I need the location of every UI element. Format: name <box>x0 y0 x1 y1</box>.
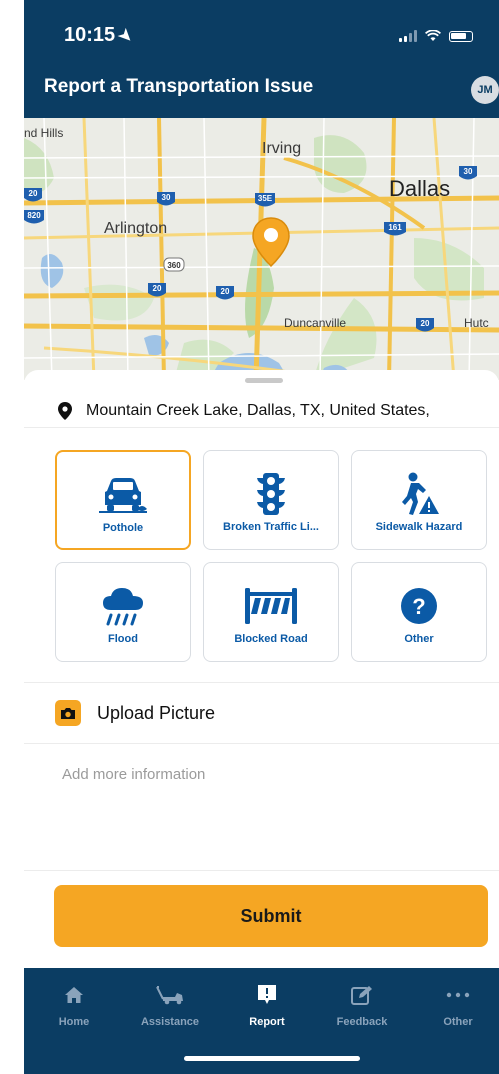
tab-feedback[interactable]: Feedback <box>322 982 402 1028</box>
tab-label: Other <box>443 1016 473 1028</box>
shield-i20c-icon: 20 <box>216 286 234 300</box>
category-label: Broken Traffic Li... <box>223 521 319 533</box>
category-other[interactable]: ? Other <box>351 562 487 662</box>
shield-i30-icon: 30 <box>157 192 175 206</box>
category-label: Sidewalk Hazard <box>375 521 463 533</box>
submit-button[interactable]: Submit <box>54 885 488 947</box>
category-label: Pothole <box>102 522 144 534</box>
category-label: Blocked Road <box>234 633 308 645</box>
shield-i161-icon: 161 <box>384 222 406 236</box>
home-icon <box>65 987 83 1003</box>
location-text: Mountain Creek Lake, Dallas, TX, United … <box>86 401 430 419</box>
rain-cloud-icon <box>103 588 143 626</box>
category-label: Flood <box>108 633 138 645</box>
status-time-text: 10:15 <box>64 24 116 46</box>
barrier-icon <box>245 588 297 624</box>
tow-truck-icon <box>156 986 183 1005</box>
app-header: 10:15➤ Report a Transportation Issue JM <box>24 0 499 118</box>
svg-text:360: 360 <box>167 261 181 270</box>
status-time: 10:15➤ <box>64 24 136 47</box>
upload-picture-label: Upload Picture <box>97 702 216 723</box>
location-arrow-icon: ➤ <box>114 25 137 48</box>
avatar[interactable]: JM <box>471 76 499 104</box>
svg-text:20: 20 <box>29 189 38 198</box>
more-info-field[interactable]: Add more information <box>62 766 205 783</box>
svg-text:30: 30 <box>464 167 473 176</box>
svg-text:35E: 35E <box>258 194 273 203</box>
tab-label: Assistance <box>140 1016 200 1028</box>
upload-picture-row[interactable]: Upload Picture <box>24 682 499 744</box>
tab-home[interactable]: Home <box>34 982 114 1028</box>
tab-label: Home <box>58 1016 90 1028</box>
battery-icon <box>449 30 473 42</box>
shield-i30b-icon: 30 <box>459 166 477 180</box>
category-blocked-road[interactable]: Blocked Road <box>203 562 339 662</box>
camera-icon <box>55 700 81 726</box>
tab-assistance[interactable]: Assistance <box>130 982 210 1028</box>
traffic-light-icon <box>257 473 285 515</box>
map-pin-icon <box>58 401 72 420</box>
home-indicator[interactable] <box>184 1056 360 1061</box>
status-bar: 10:15➤ <box>24 0 499 70</box>
more-icon <box>446 992 470 998</box>
car-pothole-icon <box>99 478 147 513</box>
shield-i20d-icon: 20 <box>416 318 434 332</box>
svg-text:20: 20 <box>153 284 162 293</box>
location-row[interactable]: Mountain Creek Lake, Dallas, TX, United … <box>24 394 499 428</box>
cellular-signal-icon <box>399 30 417 42</box>
edit-icon <box>351 986 372 1005</box>
divider <box>24 870 499 871</box>
svg-text:20: 20 <box>221 287 230 296</box>
shield-i20b-icon: 20 <box>148 283 166 297</box>
phone-screen: 10:15➤ Report a Transportation Issue JM <box>24 0 499 1074</box>
category-sidewalk-hazard[interactable]: Sidewalk Hazard <box>351 450 487 550</box>
svg-text:820: 820 <box>27 211 41 220</box>
tab-label: Report <box>249 1016 285 1028</box>
question-icon: ? <box>401 588 437 624</box>
svg-text:?: ? <box>412 594 425 619</box>
shield-i35e-icon: 35E <box>255 193 275 207</box>
report-icon <box>258 985 276 1004</box>
pedestrian-hazard-icon <box>402 472 439 515</box>
category-flood[interactable]: Flood <box>55 562 191 662</box>
status-icons <box>399 30 473 42</box>
tab-other[interactable]: Other <box>418 982 498 1028</box>
shield-i360-icon: 360 <box>163 257 185 272</box>
svg-text:161: 161 <box>388 223 402 232</box>
tab-label: Feedback <box>336 1016 388 1028</box>
screen-margin <box>0 0 24 1074</box>
page-title: Report a Transportation Issue <box>44 76 314 97</box>
sheet-grabber[interactable] <box>245 378 283 383</box>
category-broken-traffic-light[interactable]: Broken Traffic Li... <box>203 450 339 550</box>
svg-text:20: 20 <box>421 319 430 328</box>
svg-text:30: 30 <box>162 193 171 202</box>
wifi-icon <box>425 30 441 42</box>
category-pothole[interactable]: Pothole <box>55 450 191 550</box>
tab-report[interactable]: Report <box>227 982 307 1028</box>
location-pin-icon[interactable] <box>251 216 291 268</box>
tab-bar: Home Assistance Report Feedback Other <box>24 968 499 1074</box>
shield-i820-icon: 820 <box>24 210 44 224</box>
shield-i20-icon: 20 <box>24 188 42 202</box>
category-label: Other <box>404 633 434 645</box>
report-sheet: Mountain Creek Lake, Dallas, TX, United … <box>24 370 499 970</box>
map-view[interactable]: nd Hills Irving Dallas Arlington Duncanv… <box>24 118 499 380</box>
